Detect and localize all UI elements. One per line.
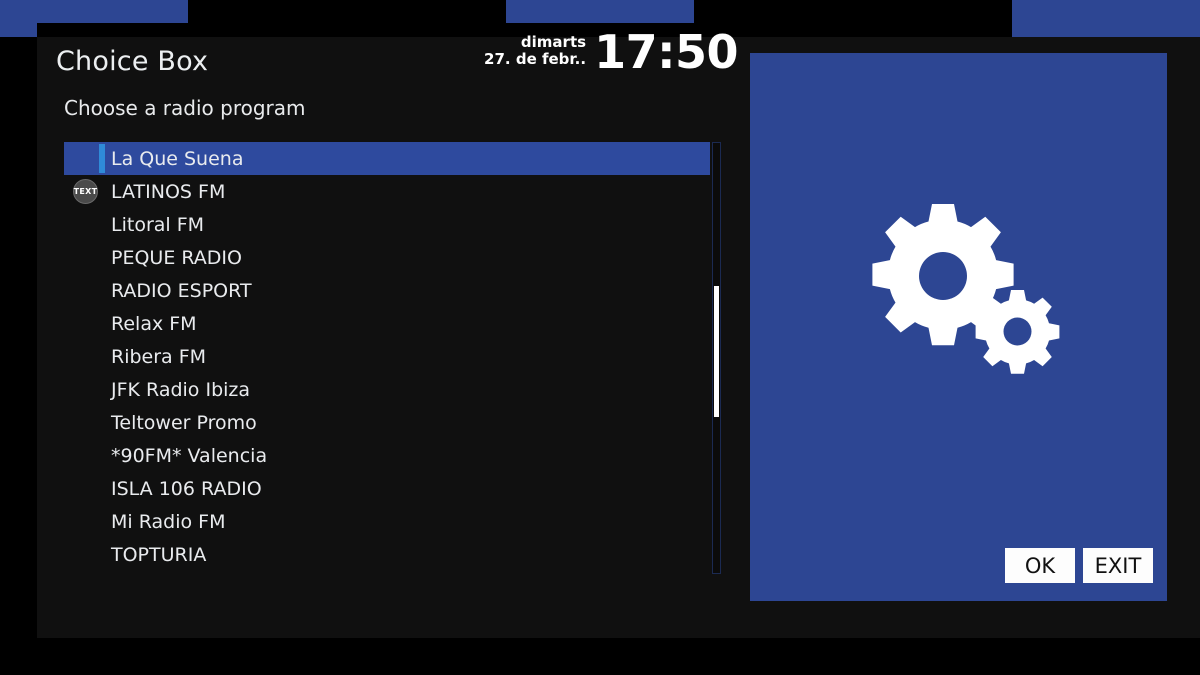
list-item-label: JFK Radio Ibiza	[111, 378, 251, 401]
radio-program-list[interactable]: La Que Suena TEXT LATINOS FM Litoral FM PEQU…	[64, 142, 710, 571]
teletext-badge-icon: TEXT	[73, 179, 98, 204]
list-item[interactable]: *90FM* Valencia	[64, 439, 710, 472]
list-item[interactable]: Teltower Promo	[64, 406, 710, 439]
list-item-label: La Que Suena	[111, 147, 244, 170]
list-item-label: PEQUE RADIO	[111, 246, 242, 269]
clock: dimarts 27. de febr.. 17:50	[484, 25, 738, 79]
preview-action-buttons: OK EXIT	[1005, 548, 1153, 583]
list-item[interactable]: RADIO ESPORT	[64, 274, 710, 307]
list-item-label: ISLA 106 RADIO	[111, 477, 262, 500]
list-item-label: Relax FM	[111, 312, 197, 335]
list-item-label: RADIO ESPORT	[111, 279, 252, 302]
clock-weekday: dimarts	[520, 33, 587, 52]
list-item[interactable]: JFK Radio Ibiza	[64, 373, 710, 406]
list-item[interactable]: Mi Radio FM	[64, 505, 710, 538]
clock-date: 27. de febr..	[484, 50, 587, 69]
list-item[interactable]: La Que Suena	[64, 142, 710, 175]
list-item-label: Ribera FM	[111, 345, 207, 368]
list-item[interactable]: ISLA 106 RADIO	[64, 472, 710, 505]
list-scrollbar-thumb[interactable]	[714, 286, 719, 417]
list-item-label: *90FM* Valencia	[111, 444, 268, 467]
list-item-label: LATINOS FM	[111, 180, 226, 203]
exit-button[interactable]: EXIT	[1083, 548, 1153, 583]
gears-icon	[850, 198, 1066, 374]
skin-bar-top-middle	[506, 0, 694, 23]
ok-button[interactable]: OK	[1005, 548, 1075, 583]
preview-panel: OK EXIT	[750, 53, 1167, 601]
list-item-label: Mi Radio FM	[111, 510, 226, 533]
page-title: Choice Box	[56, 46, 209, 77]
clock-time: 17:50	[594, 25, 738, 79]
list-item-label: Litoral FM	[111, 213, 205, 236]
list-scrollbar[interactable]	[712, 142, 721, 574]
list-item[interactable]: TOPTURIA	[64, 538, 710, 571]
skin-bar-top-left-stub	[0, 23, 37, 37]
skin-bar-top-left	[0, 0, 188, 23]
list-item-label: TOPTURIA	[111, 543, 207, 566]
list-item[interactable]: Ribera FM	[64, 340, 710, 373]
dialog-subtitle: Choose a radio program	[64, 96, 306, 120]
clock-date-stack: dimarts 27. de febr..	[484, 34, 586, 70]
list-item[interactable]: Relax FM	[64, 307, 710, 340]
selection-accent-bar	[99, 144, 105, 173]
skin-bar-top-right	[1012, 0, 1200, 37]
list-item[interactable]: Litoral FM	[64, 208, 710, 241]
tv-screen: Choice Box Choose a radio program dimart…	[0, 0, 1200, 675]
list-item[interactable]: TEXT LATINOS FM	[64, 175, 710, 208]
list-item[interactable]: PEQUE RADIO	[64, 241, 710, 274]
list-item-label: Teltower Promo	[111, 411, 257, 434]
